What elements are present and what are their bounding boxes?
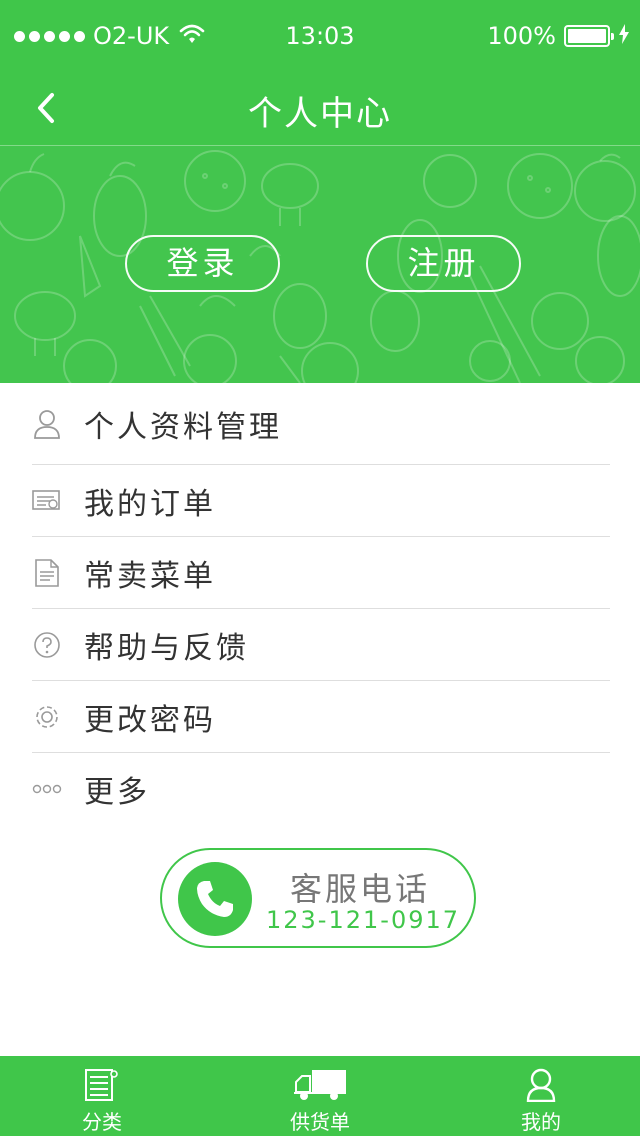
page-title: 个人中心 [248,94,392,134]
phone-icon [178,862,252,936]
gear-icon [32,702,62,732]
nav-bar: 个人中心 [0,72,640,146]
status-bar: O2-UK 13:03 100% [0,0,640,72]
tab-label: 分类 [82,1110,122,1134]
menu-item-frequent-menu[interactable]: 常卖菜单 [0,537,640,609]
charging-icon [618,22,630,50]
more-icon [32,774,62,804]
header: O2-UK 13:03 100% 个人中心 [0,0,640,146]
menu-item-label: 更多 [84,775,150,810]
register-button[interactable]: 注册 [366,235,521,292]
menu-item-label: 常卖菜单 [84,559,216,594]
menu-item-change-password[interactable]: 更改密码 [0,681,640,753]
document-icon [32,558,62,588]
menu-item-help[interactable]: 帮助与反馈 [0,609,640,681]
profile-icon [525,1056,557,1102]
login-button[interactable]: 登录 [125,235,280,292]
menu-item-label: 个人资料管理 [84,410,282,445]
service-phone-number: 123-121-0917 [266,906,461,934]
user-icon [32,409,62,439]
menu-item-label: 更改密码 [84,703,216,738]
tab-label: 我的 [521,1110,561,1134]
orders-icon [32,486,62,516]
vegetable-pattern [0,150,640,383]
help-icon [32,630,62,660]
menu-item-more[interactable]: 更多 [0,753,640,825]
customer-service-button[interactable]: 客服电话 123-121-0917 [160,848,476,948]
truck-icon [292,1056,348,1102]
status-right: 100% [487,22,630,50]
battery-icon [564,25,614,47]
tab-bar: 分类 供货单 我的 [0,1056,640,1136]
tab-supply-list[interactable]: 供货单 [245,1056,395,1136]
auth-banner: 登录 注册 [0,146,640,383]
battery-percent: 100% [487,22,556,50]
menu-item-label: 帮助与反馈 [84,631,249,666]
menu-item-label: 我的订单 [84,487,216,522]
tab-category[interactable]: 分类 [27,1056,177,1136]
menu-list: 个人资料管理 我的订单 常卖菜单 帮助与反馈 更改密码 更多 [0,383,640,825]
service-title: 客服电话 [290,870,431,908]
tab-mine[interactable]: 我的 [466,1056,616,1136]
menu-item-orders[interactable]: 我的订单 [0,465,640,537]
list-icon [84,1056,120,1102]
menu-item-profile[interactable]: 个人资料管理 [0,383,640,465]
tab-label: 供货单 [290,1110,350,1134]
